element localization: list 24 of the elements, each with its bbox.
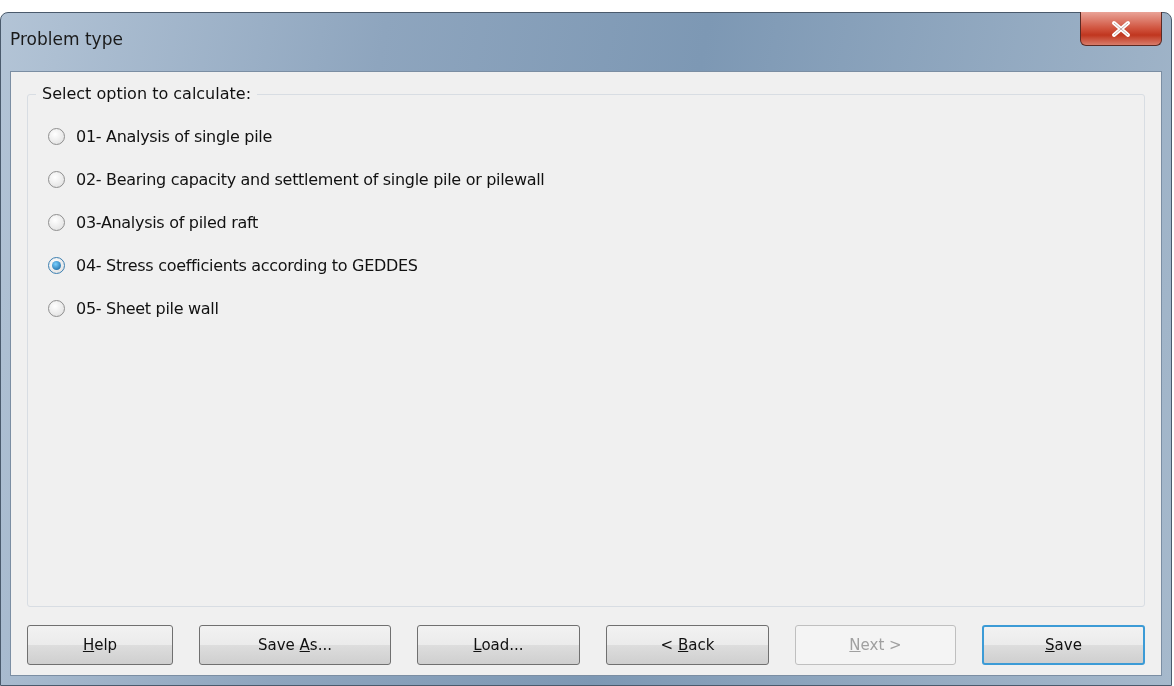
dialog-button[interactable]: Load... xyxy=(417,625,580,665)
dialog-button[interactable]: Save As... xyxy=(199,625,391,665)
radio-option[interactable]: 03-Analysis of piled raft xyxy=(48,211,1124,234)
radio-button[interactable] xyxy=(48,300,65,317)
radio-button[interactable] xyxy=(48,128,65,145)
radio-button[interactable] xyxy=(48,257,65,274)
radio-option[interactable]: 02- Bearing capacity and settlement of single pile or pilewall xyxy=(48,168,1124,191)
option-label: 04- Stress coefficients according to GEDDES xyxy=(76,256,418,275)
option-label: 02- Bearing capacity and settlement of single pile or pilewall xyxy=(76,170,545,189)
radio-option[interactable]: 05- Sheet pile wall xyxy=(48,297,1124,320)
radio-button[interactable] xyxy=(48,214,65,231)
dialog-button[interactable]: Help xyxy=(27,625,173,665)
group-title: Select option to calculate: xyxy=(36,84,257,103)
close-icon xyxy=(1110,19,1132,38)
option-label: 03-Analysis of piled raft xyxy=(76,213,258,232)
radio-option[interactable]: 01- Analysis of single pile xyxy=(48,125,1124,148)
radio-option[interactable]: 04- Stress coefficients according to GEDDES xyxy=(48,254,1124,277)
window-title: Problem type xyxy=(10,29,123,49)
option-label: 01- Analysis of single pile xyxy=(76,127,272,146)
close-button[interactable] xyxy=(1080,12,1162,46)
option-label: 05- Sheet pile wall xyxy=(76,299,219,318)
radio-button[interactable] xyxy=(48,171,65,188)
dialog-button[interactable]: Save xyxy=(982,625,1145,665)
dialog-button[interactable]: < Back xyxy=(606,625,769,665)
